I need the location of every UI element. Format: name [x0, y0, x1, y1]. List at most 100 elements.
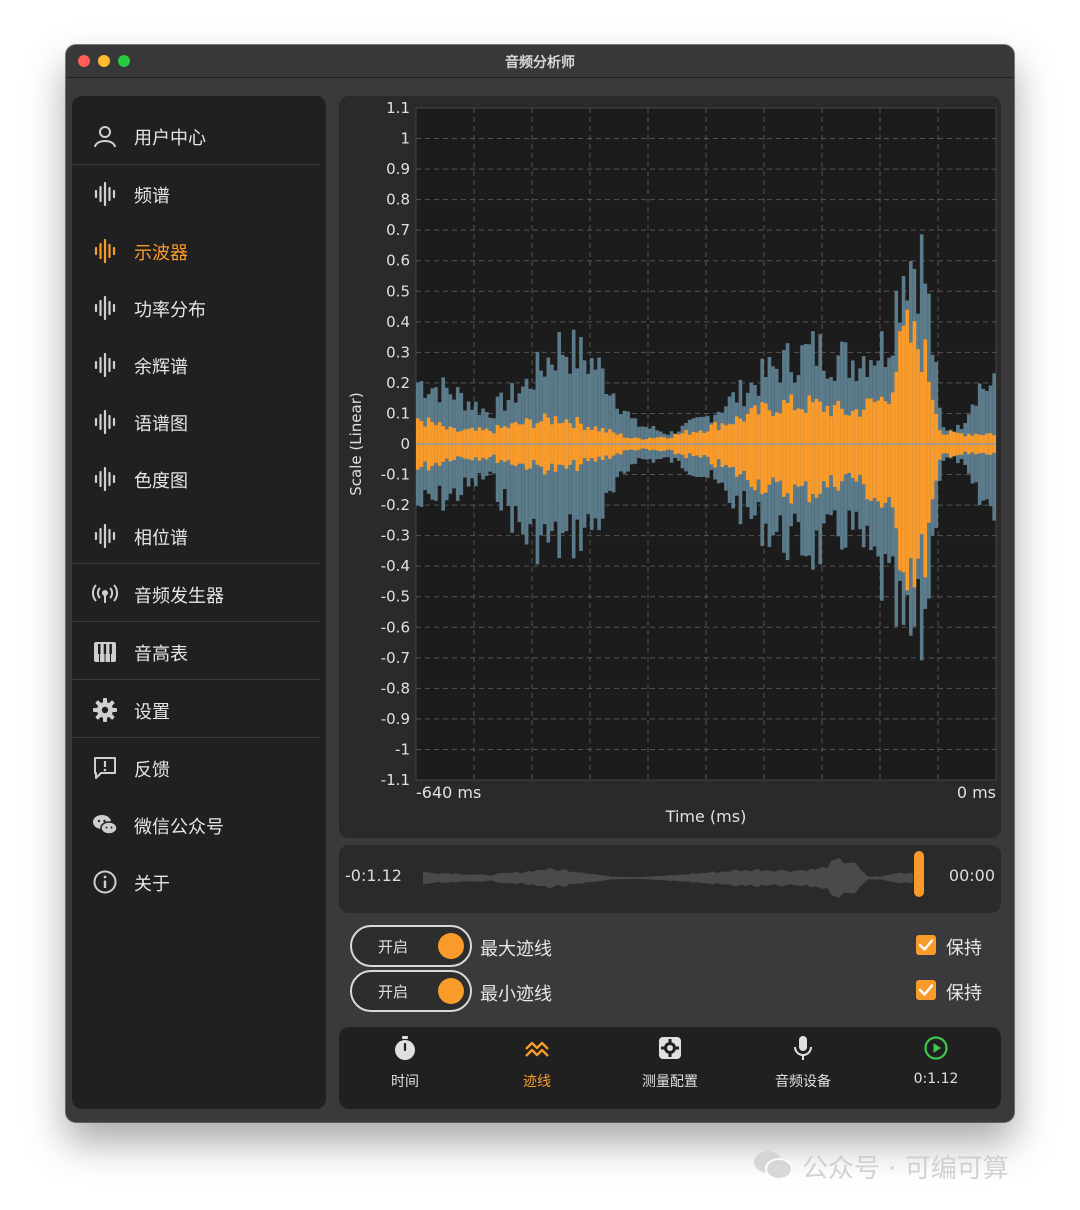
waveform-icon — [94, 295, 116, 321]
max-trace-hold-label: 保持 — [946, 938, 982, 959]
x-tick-label-end: 0 ms — [957, 783, 996, 802]
y-tick-label: -0.4 — [381, 557, 410, 575]
wave-trace-min-bar — [883, 401, 888, 503]
wave-trace-min-bar — [938, 430, 942, 460]
timeline-scrubber[interactable]: -0:1.12 00:00 — [339, 845, 1001, 913]
wave-trace-min-bar — [796, 408, 801, 487]
wave-trace-min-bar — [818, 401, 822, 494]
y-tick-label: 0.4 — [386, 313, 410, 331]
tab-play[interactable]: 0:1.12 — [871, 1027, 1001, 1109]
wave-trace-min-bar — [880, 396, 884, 508]
wave-trace-min-bar — [738, 418, 743, 475]
info-icon — [93, 870, 117, 894]
max-trace-hold-checkbox[interactable] — [916, 935, 936, 955]
tab-audio-device[interactable]: 音频设备 — [738, 1027, 868, 1109]
sidebar-item-label: 反馈 — [134, 760, 170, 781]
wave-trace-min-bar — [811, 402, 815, 495]
max-trace-row: 开启 最大迹线 保持 — [350, 925, 990, 969]
wave-trace-min-bar — [814, 398, 819, 498]
sidebar-item-afterglow[interactable]: 余辉谱 — [72, 337, 326, 393]
divider — [72, 563, 320, 564]
wave-trace-min-bar — [898, 331, 902, 571]
max-trace-toggle[interactable]: 开启 — [350, 925, 472, 967]
sidebar-item-spectrogram[interactable]: 语谱图 — [72, 394, 326, 450]
settings-box-icon — [659, 1037, 681, 1059]
tab-label: 迹线 — [523, 1074, 551, 1090]
sidebar-item-generator[interactable]: 音频发生器 — [72, 566, 326, 622]
wechat-icon — [93, 815, 118, 835]
sidebar-item-power-distribution[interactable]: 功率分布 — [72, 280, 326, 336]
y-tick-label: 1 — [400, 130, 410, 148]
y-tick-label: -0.2 — [381, 496, 410, 514]
bottom-tab-bar: 时间 迹线 测量配置 音频设备 0:1.12 — [339, 1027, 1001, 1109]
oscilloscope-panel: 1.1 1 0.9 0.8 0.7 0.6 0.5 0.4 0.3 0.2 0.1 0 -0.1 -0.2… — [339, 96, 1001, 838]
tab-time[interactable]: 时间 — [340, 1027, 470, 1109]
broadcast-icon — [92, 584, 118, 603]
sidebar-item-user-center[interactable]: 用户中心 — [72, 108, 326, 164]
gear-icon — [93, 698, 117, 722]
min-trace-label: 最小迹线 — [480, 984, 552, 1005]
sidebar-item-label: 设置 — [134, 702, 170, 723]
sidebar-item-spectrum[interactable]: 频谱 — [72, 166, 326, 222]
sidebar-item-wechat[interactable]: 微信公众号 — [72, 797, 326, 853]
sidebar-item-oscilloscope[interactable]: 示波器 — [72, 223, 326, 279]
y-tick-label: 0 — [400, 435, 410, 453]
min-trace-hold-checkbox[interactable] — [916, 980, 936, 1000]
y-tick-label: -0.5 — [381, 588, 410, 606]
sidebar-item-label: 相位谱 — [134, 528, 188, 549]
tab-label: 音频设备 — [775, 1074, 831, 1090]
scrubber-handle[interactable] — [914, 851, 924, 897]
divider — [72, 621, 320, 622]
max-trace-label: 最大迹线 — [480, 939, 552, 960]
sidebar: 用户中心 频谱 示波器 功率分布 余辉谱 语谱图 色度图 相位谱 音频发生器 音… — [72, 96, 326, 1109]
toggle-label: 开启 — [378, 983, 409, 1001]
tab-trace[interactable]: 迹线 — [472, 1027, 602, 1109]
sidebar-item-phase[interactable]: 相位谱 — [72, 508, 326, 564]
wave-trace-min-bar — [760, 402, 764, 495]
piano-icon — [94, 642, 116, 662]
wave-trace-min-bar — [742, 421, 746, 471]
wave-trace-min-bar — [753, 405, 757, 491]
sidebar-item-label: 音频发生器 — [134, 586, 224, 607]
sidebar-item-settings[interactable]: 设置 — [72, 682, 326, 738]
sidebar-item-feedback[interactable]: 反馈 — [72, 740, 326, 796]
y-tick-label: -0.1 — [381, 466, 410, 484]
scrubber-start-time: -0:1.12 — [345, 866, 402, 885]
sidebar-item-pitch[interactable]: 音高表 — [72, 624, 326, 680]
sidebar-item-label: 关于 — [134, 874, 170, 895]
oscilloscope-chart: 1.1 1 0.9 0.8 0.7 0.6 0.5 0.4 0.3 0.2 0.1 0 -0.1 -0.2… — [347, 99, 997, 826]
waveform-icon — [94, 409, 116, 435]
wave-trace-min-bar — [720, 423, 725, 468]
wave-trace-min-bar — [930, 399, 935, 500]
wave-trace-min-bar — [793, 410, 797, 485]
wave-trace-min-bar — [789, 394, 793, 504]
min-trace-toggle[interactable]: 开启 — [350, 970, 472, 1012]
y-tick-label: 1.1 — [386, 99, 410, 117]
wave-trace-min-bar — [825, 405, 830, 488]
sidebar-item-label: 语谱图 — [134, 414, 188, 435]
wave-trace-min-bar — [785, 403, 790, 494]
toggle-label: 开启 — [378, 938, 409, 956]
wave-trace-min-bar — [887, 403, 891, 498]
y-tick-label: -0.9 — [381, 710, 410, 728]
sidebar-item-label: 色度图 — [134, 471, 188, 492]
feedback-icon — [94, 757, 116, 779]
waveform-icon — [94, 238, 116, 264]
wave-trace-min-bar — [934, 414, 938, 481]
divider — [72, 164, 320, 165]
y-axis-label: Scale (Linear) — [347, 392, 365, 495]
wave-trace-min-bar — [872, 402, 877, 498]
wave-trace-min-bar — [912, 321, 917, 588]
x-tick-label-start: -640 ms — [416, 783, 481, 802]
sidebar-item-about[interactable]: 关于 — [72, 854, 326, 910]
wave-trace-min-bar — [861, 409, 866, 485]
tab-label: 时间 — [391, 1074, 419, 1090]
sidebar-item-chromagram[interactable]: 色度图 — [72, 451, 326, 507]
wave-trace-min-bar — [854, 409, 859, 482]
trace-icon — [525, 1041, 549, 1057]
waveform-icon — [94, 352, 116, 378]
y-tick-label: -1 — [395, 740, 410, 758]
wave-trace-min-bar — [749, 408, 754, 488]
wave-trace-min-bar — [756, 414, 761, 480]
tab-measurement-config[interactable]: 测量配置 — [605, 1027, 735, 1109]
